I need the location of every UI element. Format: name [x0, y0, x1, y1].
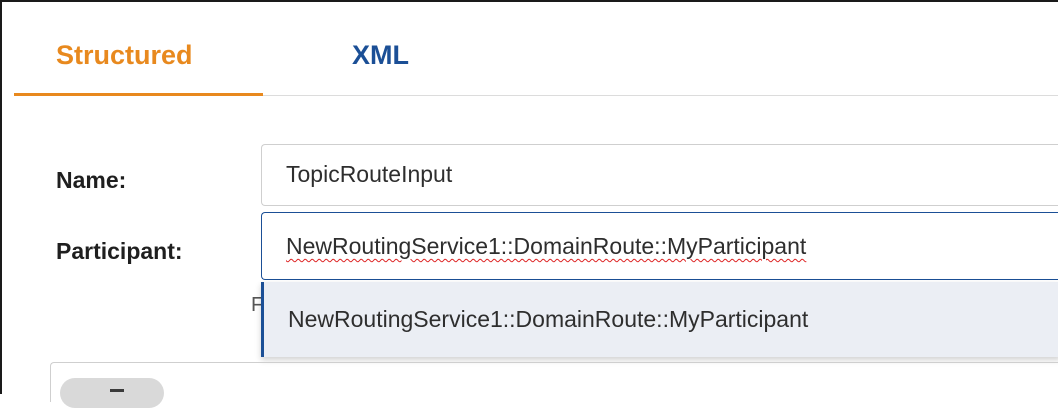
tab-structured[interactable]: Structured [56, 40, 193, 71]
name-input-value: TopicRouteInput [286, 161, 453, 187]
participant-suggestion-option[interactable]: NewRoutingService1::DomainRoute::MyParti… [261, 282, 1058, 357]
active-tab-indicator [14, 93, 263, 96]
panel-glyph-icon [110, 389, 124, 392]
content-panel [50, 362, 1058, 402]
participant-label: Participant: [56, 238, 183, 264]
participant-input-value: NewRoutingService1::DomainRoute::MyParti… [286, 233, 807, 259]
name-input[interactable]: TopicRouteInput [261, 144, 1058, 206]
participant-input[interactable]: NewRoutingService1::DomainRoute::MyParti… [261, 212, 1058, 280]
tab-xml[interactable]: XML [352, 40, 409, 71]
suggestion-option-label: NewRoutingService1::DomainRoute::MyParti… [288, 306, 809, 332]
name-label: Name: [56, 167, 127, 193]
panel-toggle-button[interactable] [60, 378, 164, 408]
